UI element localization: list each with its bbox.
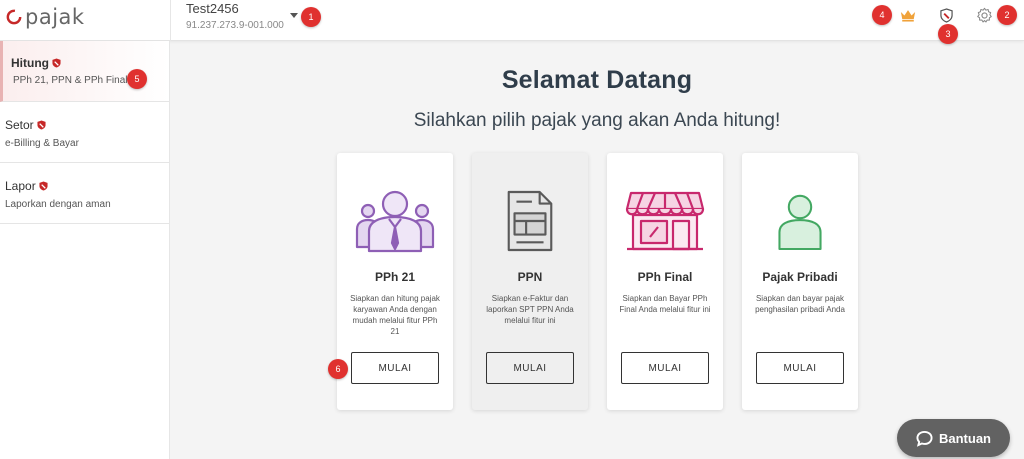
step-badge-4: 4 [872, 5, 892, 25]
sidebar-item-label: Hitung [11, 56, 61, 70]
step-badge-2: 2 [997, 5, 1017, 25]
mulai-button-pph21[interactable]: MULAI [351, 352, 439, 384]
sidebar-item-sublabel: PPh 21, PPN & PPh Final [13, 75, 128, 86]
shield-icon[interactable] [938, 6, 954, 24]
page-title: Selamat Datang [501, 66, 693, 94]
shield-icon [52, 58, 61, 68]
step-badge-3: 3 [938, 24, 958, 44]
sidebar-item-sublabel: Laporkan dengan aman [5, 199, 111, 210]
card-title: PPh Final [637, 270, 693, 284]
help-button[interactable]: Bantuan [897, 419, 1010, 457]
mulai-button-ppn[interactable]: MULAI [486, 352, 574, 384]
card-description: Siapkan dan hitung pajak karyawan Anda d… [350, 294, 440, 336]
page-subtitle: Silahkan pilih pajak yang akan Anda hitu… [413, 110, 781, 131]
card-pajak-pribadi: Pajak Pribadi Siapkan dan bayar pajak pe… [742, 153, 858, 410]
chevron-down-icon[interactable] [290, 13, 298, 18]
card-pph-final: PPh Final Siapkan dan Bayar PPh Final An… [607, 153, 723, 410]
document-icon [507, 190, 553, 252]
step-badge-5: 5 [127, 69, 147, 89]
sidebar-item-lapor[interactable]: Lapor Laporkan dengan aman [0, 163, 169, 224]
person-icon [778, 194, 822, 251]
gear-icon[interactable] [975, 6, 993, 24]
employees-icon [355, 190, 435, 253]
company-name: Test2456 [186, 1, 239, 16]
shield-icon [37, 120, 46, 130]
company-npwp: 91.237.273.9-001.000 [186, 20, 284, 31]
sidebar-item-label: Setor [5, 118, 46, 132]
top-header: pajak Test2456 91.237.273.9-001.000 1 4 … [0, 0, 1024, 44]
card-ppn: PPN Siapkan e-Faktur dan laporkan SPT PP… [472, 153, 588, 410]
sidebar: Hitung PPh 21, PPN & PPh Final 5 Setor e… [0, 41, 170, 459]
shield-icon [39, 181, 48, 191]
sidebar-item-sublabel: e-Billing & Bayar [5, 138, 79, 149]
logo-text: pajak [25, 5, 85, 29]
help-label: Bantuan [939, 430, 991, 446]
logo-mark-icon [6, 9, 22, 25]
sidebar-item-label: Lapor [5, 179, 48, 193]
sidebar-item-setor[interactable]: Setor e-Billing & Bayar [0, 102, 169, 163]
crown-icon[interactable] [899, 7, 917, 23]
sidebar-item-hitung[interactable]: Hitung PPh 21, PPN & PPh Final 5 [0, 41, 169, 102]
card-pph21: PPh 21 Siapkan dan hitung pajak karyawan… [337, 153, 453, 410]
card-title: PPN [517, 270, 543, 284]
card-title: PPh 21 [374, 270, 416, 284]
card-description: Siapkan dan bayar pajak penghasilan prib… [755, 294, 845, 314]
chat-bubble-icon [916, 430, 933, 447]
card-title: Pajak Pribadi [762, 270, 838, 284]
card-description: Siapkan e-Faktur dan laporkan SPT PPN An… [486, 294, 574, 325]
storefront-icon [625, 191, 705, 251]
company-selector[interactable]: Test2456 91.237.273.9-001.000 [186, 1, 284, 33]
mulai-button-pajak-pribadi[interactable]: MULAI [756, 352, 844, 384]
mulai-button-pph-final[interactable]: MULAI [621, 352, 709, 384]
header-divider [170, 0, 171, 41]
card-description: Siapkan dan Bayar PPh Final Anda melalui… [619, 294, 711, 314]
step-badge-1: 1 [301, 7, 321, 27]
app-logo[interactable]: pajak [6, 5, 85, 29]
step-badge-6: 6 [328, 359, 348, 379]
